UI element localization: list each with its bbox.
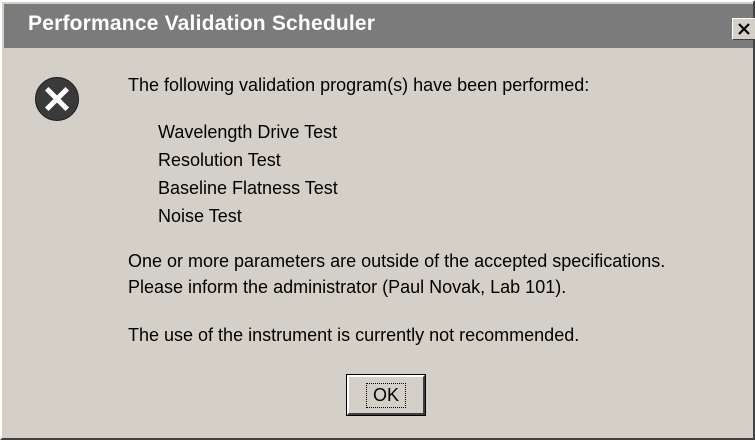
- warning-line-2: Please inform the administrator (Paul No…: [128, 277, 567, 297]
- ok-button-label: OK: [365, 382, 406, 408]
- test-item-wavelength-drive: Wavelength Drive Test: [158, 122, 338, 142]
- test-item-resolution: Resolution Test: [158, 150, 281, 170]
- recommendation-message: The use of the instrument is currently n…: [128, 325, 580, 345]
- test-item-baseline-flatness: Baseline Flatness Test: [158, 178, 338, 198]
- intro-message: The following validation program(s) have…: [128, 75, 590, 95]
- title-bar[interactable]: Performance Validation Scheduler: [4, 4, 755, 48]
- error-icon: [34, 76, 80, 122]
- warning-line-1: One or more parameters are outside of th…: [128, 251, 666, 271]
- window-title: Performance Validation Scheduler: [28, 12, 376, 35]
- message-dialog: Performance Validation Scheduler The fol…: [0, 0, 755, 440]
- test-item-noise: Noise Test: [158, 206, 242, 226]
- close-icon: [738, 23, 750, 35]
- test-list: Wavelength Drive Test Resolution Test Ba…: [158, 118, 338, 230]
- ok-button[interactable]: OK: [346, 374, 426, 416]
- close-button[interactable]: [732, 18, 755, 40]
